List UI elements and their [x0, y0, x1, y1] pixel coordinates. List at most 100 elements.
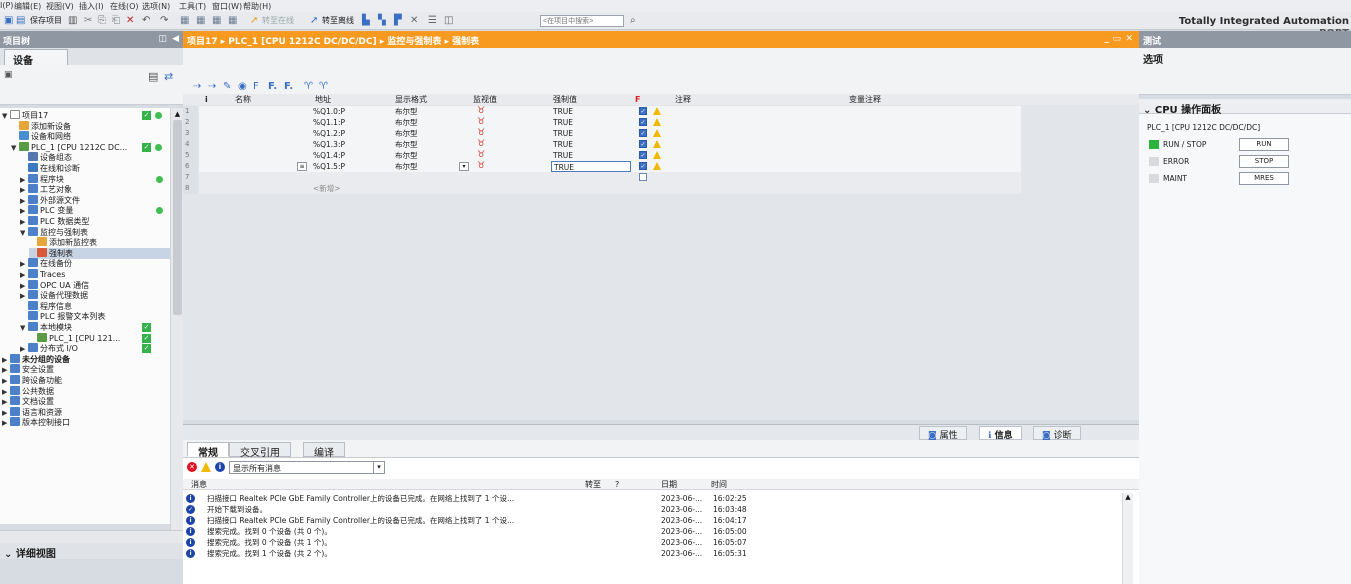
split-editor-h-icon[interactable]: ☰	[428, 15, 437, 27]
tab-info[interactable]: ℹ 信息	[979, 426, 1022, 441]
row-info-cell[interactable]	[199, 150, 231, 161]
chevron-down-icon[interactable]: ▼	[11, 143, 19, 154]
address-cell[interactable]: %Q1.1:P	[311, 117, 393, 128]
cpu-run-button[interactable]: RUN	[1239, 138, 1289, 151]
edit-icon[interactable]: ✎	[223, 81, 231, 92]
message-row[interactable]: i 搜索完成。找到 0 个设备 (共 0 个)。 2023-06-... 16:05:…	[183, 526, 1123, 537]
force-value-cell[interactable]: TRUE	[551, 117, 631, 128]
menu-item[interactable]: 选项(N)	[142, 1, 170, 12]
message-scrollbar[interactable]: ▲	[1122, 493, 1133, 584]
monitor-once-icon[interactable]: ♈	[304, 81, 313, 92]
go-online-icon[interactable]: ➚	[250, 15, 258, 27]
force-checkbox[interactable]: ✓	[639, 129, 647, 137]
tab-general[interactable]: 常规	[187, 442, 229, 459]
new-project-icon[interactable]: ▣	[4, 15, 13, 27]
close-icon[interactable]: ✕	[1125, 34, 1133, 44]
force-value-cell[interactable]	[551, 183, 631, 194]
tab-cross-reference[interactable]: 交叉引用	[229, 442, 291, 459]
force-value-cell[interactable]: TRUE	[551, 128, 631, 139]
chevron-down-icon[interactable]: ▼	[20, 228, 28, 239]
menu-item[interactable]: 工具(T)	[179, 1, 206, 12]
detail-view-header[interactable]: ⌄ 详细视图	[0, 543, 183, 560]
format-cell[interactable]: 布尔型	[393, 139, 471, 150]
project-search-input[interactable]	[540, 15, 624, 27]
menu-item[interactable]: 窗口(W)	[212, 1, 242, 12]
name-cell[interactable]	[231, 139, 311, 150]
tab-properties[interactable]: ◙ 属性	[919, 426, 967, 441]
row-info-cell[interactable]	[199, 161, 231, 172]
address-cell[interactable]: <新增>	[311, 183, 393, 194]
var-comment-cell[interactable]	[845, 139, 1021, 150]
tree-item[interactable]: ▼ 监控与强制表	[20, 226, 170, 239]
comment-cell[interactable]	[671, 117, 845, 128]
row-info-cell[interactable]	[199, 117, 231, 128]
message-row[interactable]: i 搜索完成。找到 1 个设备 (共 2 个)。 2023-06-... 16:05:…	[183, 548, 1123, 559]
var-comment-cell[interactable]	[845, 128, 1021, 139]
message-filter-select[interactable]: 显示所有消息 ▾	[229, 461, 385, 474]
comment-cell[interactable]	[671, 150, 845, 161]
delete-icon[interactable]: ✕	[126, 15, 134, 27]
row-info-cell[interactable]	[199, 172, 231, 183]
format-cell[interactable]	[393, 183, 471, 194]
force-value-cell[interactable]: TRUE	[551, 161, 631, 172]
force-value-cell[interactable]	[551, 172, 631, 183]
format-cell[interactable]: 布尔型	[393, 106, 471, 117]
tree-item[interactable]: 设备和网络	[11, 131, 170, 142]
cpu-panel-header[interactable]: ⌄ CPU 操作面板	[1139, 99, 1351, 116]
format-cell[interactable]: 布尔型	[393, 117, 471, 128]
cut-icon[interactable]: ✂	[84, 15, 92, 27]
tree-item[interactable]: ▶ PLC 数据类型	[20, 216, 170, 227]
tree-item[interactable]: ▶ 版本控制接口	[2, 417, 170, 428]
tree-item[interactable]: ▶ 公共数据	[2, 385, 170, 397]
cpu-stop-button[interactable]: STOP	[1239, 155, 1289, 168]
message-row[interactable]: i 扫描接口 Realtek PCIe GbE Family Controller…	[183, 515, 1123, 526]
comment-cell[interactable]	[671, 139, 845, 150]
accessible-devices-icon[interactable]: ▙	[362, 15, 370, 27]
save-icon[interactable]: ▤	[16, 15, 25, 27]
redo-icon[interactable]: ↷	[160, 15, 168, 27]
format-cell[interactable]	[393, 172, 471, 183]
comment-cell[interactable]	[671, 172, 845, 183]
go-offline-icon[interactable]: ➚	[310, 15, 318, 27]
minimize-icon[interactable]: _	[1105, 34, 1110, 44]
address-picker-icon[interactable]: ≡	[297, 162, 307, 171]
menu-item[interactable]: I(P)	[0, 1, 13, 10]
tree-view-icon[interactable]: ▣	[4, 70, 13, 80]
monitor-icon[interactable]: ◉	[238, 81, 247, 92]
start-cpu-icon[interactable]: ▚	[378, 15, 386, 27]
row-info-cell[interactable]	[199, 183, 231, 194]
table-row[interactable]: 3 %Q1.2:P 布尔型 ♉ TRUE ✓	[183, 128, 1023, 139]
force-value-cell[interactable]: TRUE	[551, 139, 631, 150]
error-filter-icon[interactable]: ✕	[187, 462, 197, 472]
tree-item[interactable]: ▶ 语言和资源	[2, 406, 170, 418]
chevron-right-icon[interactable]: ▶	[2, 418, 10, 429]
row-info-cell[interactable]	[199, 128, 231, 139]
var-comment-cell[interactable]	[845, 183, 1021, 194]
row-info-cell[interactable]	[199, 139, 231, 150]
warning-filter-icon[interactable]	[201, 462, 211, 472]
address-cell[interactable]: %Q1.5:P	[311, 161, 393, 172]
compile-icon[interactable]: ▦	[180, 15, 189, 27]
force-value-cell[interactable]: TRUE	[551, 106, 631, 117]
name-cell[interactable]	[231, 106, 311, 117]
comment-cell[interactable]	[671, 128, 845, 139]
add-row-icon[interactable]: ⇢	[208, 81, 216, 92]
force-all-icon[interactable]: F.	[268, 81, 277, 92]
tree-item[interactable]: ▶ 文档设置	[2, 396, 170, 407]
undo-icon[interactable]: ↶	[142, 15, 150, 27]
address-cell[interactable]	[311, 172, 393, 183]
table-row[interactable]: 4 %Q1.3:P 布尔型 ♉ TRUE ✓	[183, 139, 1023, 150]
chevron-left-icon[interactable]: ◀	[172, 34, 179, 44]
collapse-pane-icon[interactable]: ◫	[158, 34, 167, 44]
format-cell[interactable]: 布尔型	[393, 128, 471, 139]
tree-item[interactable]: ▶ 程序块	[20, 173, 170, 185]
force-checkbox[interactable]: ✓	[639, 140, 647, 148]
paste-icon[interactable]: ⎗	[112, 15, 120, 27]
stop-cpu-icon[interactable]: ▛	[394, 15, 402, 27]
name-cell[interactable]	[231, 117, 311, 128]
row-info-cell[interactable]	[199, 106, 231, 117]
force-checkbox[interactable]: ✓	[639, 162, 647, 170]
stop-force-icon[interactable]: F.	[284, 81, 293, 92]
force-checkbox[interactable]: ✓	[639, 151, 647, 159]
cpu-mres-button[interactable]: MRES	[1239, 172, 1289, 185]
